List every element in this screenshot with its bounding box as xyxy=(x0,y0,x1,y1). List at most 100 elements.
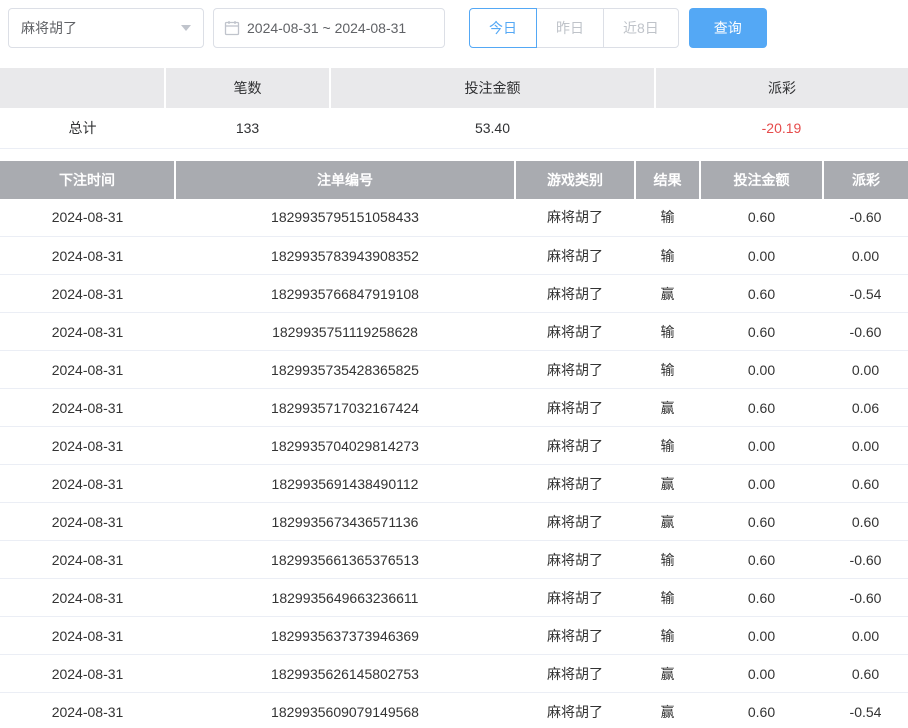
cell-game-type: 麻将胡了 xyxy=(515,693,635,728)
cell-game-type: 麻将胡了 xyxy=(515,465,635,503)
query-button[interactable]: 查询 xyxy=(689,8,767,48)
bet-record-page: 麻将胡了 2024-08-31 ~ 2024-08-31 今日 昨日 近8日 查… xyxy=(0,0,908,728)
summary-payout-value: -20.19 xyxy=(655,108,908,148)
cell-bet-amount: 0.00 xyxy=(700,427,823,465)
cell-payout: -0.60 xyxy=(823,313,908,351)
cell-game-type: 麻将胡了 xyxy=(515,579,635,617)
bet-table-header-row: 下注时间 注单编号 游戏类别 结果 投注金额 派彩 xyxy=(0,161,908,199)
cell-bet-amount: 0.00 xyxy=(700,465,823,503)
summary-total-label: 总计 xyxy=(0,108,165,148)
cell-bet-time: 2024-08-31 xyxy=(0,351,175,389)
cell-result: 赢 xyxy=(635,389,700,427)
query-toolbar: 麻将胡了 2024-08-31 ~ 2024-08-31 今日 昨日 近8日 查… xyxy=(0,0,908,48)
cell-game-type: 麻将胡了 xyxy=(515,541,635,579)
cell-payout: -0.60 xyxy=(823,199,908,237)
summary-table: 笔数 投注金额 派彩 总计 133 53.40 -20.19 xyxy=(0,68,908,149)
cell-bet-time: 2024-08-31 xyxy=(0,693,175,728)
summary-header-count: 笔数 xyxy=(165,68,330,108)
table-row: 2024-08-311829935637373946369麻将胡了输0.000.… xyxy=(0,617,908,655)
summary-count-value: 133 xyxy=(165,108,330,148)
cell-payout: -0.60 xyxy=(823,579,908,617)
cell-result: 赢 xyxy=(635,465,700,503)
cell-payout: -0.60 xyxy=(823,541,908,579)
cell-result: 输 xyxy=(635,427,700,465)
cell-bet-id: 1829935649663236611 xyxy=(175,579,515,617)
cell-bet-id: 1829935717032167424 xyxy=(175,389,515,427)
cell-game-type: 麻将胡了 xyxy=(515,237,635,275)
cell-bet-id: 1829935751119258628 xyxy=(175,313,515,351)
cell-payout: 0.60 xyxy=(823,503,908,541)
game-select-value: 麻将胡了 xyxy=(21,18,77,38)
cell-bet-id: 1829935637373946369 xyxy=(175,617,515,655)
cell-result: 输 xyxy=(635,313,700,351)
cell-payout: 0.00 xyxy=(823,427,908,465)
table-row: 2024-08-311829935626145802753麻将胡了赢0.000.… xyxy=(0,655,908,693)
bet-records-table: 下注时间 注单编号 游戏类别 结果 投注金额 派彩 2024-08-311829… xyxy=(0,161,908,728)
game-select[interactable]: 麻将胡了 xyxy=(8,8,204,48)
cell-result: 赢 xyxy=(635,275,700,313)
cell-result: 输 xyxy=(635,199,700,237)
cell-result: 赢 xyxy=(635,655,700,693)
summary-header-row: 笔数 投注金额 派彩 xyxy=(0,68,908,108)
table-row: 2024-08-311829935673436571136麻将胡了赢0.600.… xyxy=(0,503,908,541)
header-payout: 派彩 xyxy=(823,161,908,199)
quick-button-last-8-days[interactable]: 近8日 xyxy=(603,8,679,48)
cell-bet-id: 1829935735428365825 xyxy=(175,351,515,389)
bet-table-body: 2024-08-311829935795151058433麻将胡了输0.60-0… xyxy=(0,199,908,728)
cell-game-type: 麻将胡了 xyxy=(515,199,635,237)
cell-payout: 0.60 xyxy=(823,465,908,503)
summary-bet-amount-value: 53.40 xyxy=(330,108,655,148)
cell-payout: 0.06 xyxy=(823,389,908,427)
cell-result: 输 xyxy=(635,579,700,617)
quick-button-today[interactable]: 今日 xyxy=(469,8,537,48)
cell-bet-time: 2024-08-31 xyxy=(0,275,175,313)
cell-result: 输 xyxy=(635,541,700,579)
cell-bet-time: 2024-08-31 xyxy=(0,617,175,655)
table-row: 2024-08-311829935691438490112麻将胡了赢0.000.… xyxy=(0,465,908,503)
chevron-down-icon xyxy=(181,25,191,31)
cell-result: 输 xyxy=(635,237,700,275)
cell-bet-amount: 0.60 xyxy=(700,313,823,351)
cell-bet-time: 2024-08-31 xyxy=(0,579,175,617)
cell-result: 输 xyxy=(635,617,700,655)
table-row: 2024-08-311829935735428365825麻将胡了输0.000.… xyxy=(0,351,908,389)
cell-bet-time: 2024-08-31 xyxy=(0,427,175,465)
cell-bet-amount: 0.60 xyxy=(700,541,823,579)
table-row: 2024-08-311829935649663236611麻将胡了输0.60-0… xyxy=(0,579,908,617)
header-result: 结果 xyxy=(635,161,700,199)
cell-bet-id: 1829935673436571136 xyxy=(175,503,515,541)
cell-result: 赢 xyxy=(635,693,700,728)
quick-button-yesterday[interactable]: 昨日 xyxy=(536,8,604,48)
summary-header-payout: 派彩 xyxy=(655,68,908,108)
cell-bet-time: 2024-08-31 xyxy=(0,313,175,351)
cell-bet-id: 1829935626145802753 xyxy=(175,655,515,693)
cell-bet-amount: 0.60 xyxy=(700,693,823,728)
cell-bet-time: 2024-08-31 xyxy=(0,199,175,237)
cell-bet-id: 1829935691438490112 xyxy=(175,465,515,503)
header-game-type: 游戏类别 xyxy=(515,161,635,199)
header-bet-id: 注单编号 xyxy=(175,161,515,199)
cell-bet-amount: 0.00 xyxy=(700,617,823,655)
cell-game-type: 麻将胡了 xyxy=(515,275,635,313)
cell-game-type: 麻将胡了 xyxy=(515,617,635,655)
table-row: 2024-08-311829935661365376513麻将胡了输0.60-0… xyxy=(0,541,908,579)
table-row: 2024-08-311829935766847919108麻将胡了赢0.60-0… xyxy=(0,275,908,313)
cell-bet-amount: 0.60 xyxy=(700,199,823,237)
cell-payout: -0.54 xyxy=(823,693,908,728)
cell-bet-time: 2024-08-31 xyxy=(0,465,175,503)
cell-game-type: 麻将胡了 xyxy=(515,655,635,693)
cell-game-type: 麻将胡了 xyxy=(515,427,635,465)
cell-bet-id: 1829935766847919108 xyxy=(175,275,515,313)
header-bet-amount: 投注金额 xyxy=(700,161,823,199)
table-row: 2024-08-311829935751119258628麻将胡了输0.60-0… xyxy=(0,313,908,351)
summary-header-blank xyxy=(0,68,165,108)
cell-payout: 0.00 xyxy=(823,351,908,389)
cell-result: 输 xyxy=(635,351,700,389)
table-row: 2024-08-311829935717032167424麻将胡了赢0.600.… xyxy=(0,389,908,427)
date-range-value: 2024-08-31 ~ 2024-08-31 xyxy=(247,20,406,36)
cell-result: 赢 xyxy=(635,503,700,541)
quick-date-button-group: 今日 昨日 近8日 xyxy=(469,8,679,48)
cell-bet-amount: 0.60 xyxy=(700,275,823,313)
date-range-picker[interactable]: 2024-08-31 ~ 2024-08-31 xyxy=(213,8,445,48)
cell-game-type: 麻将胡了 xyxy=(515,351,635,389)
